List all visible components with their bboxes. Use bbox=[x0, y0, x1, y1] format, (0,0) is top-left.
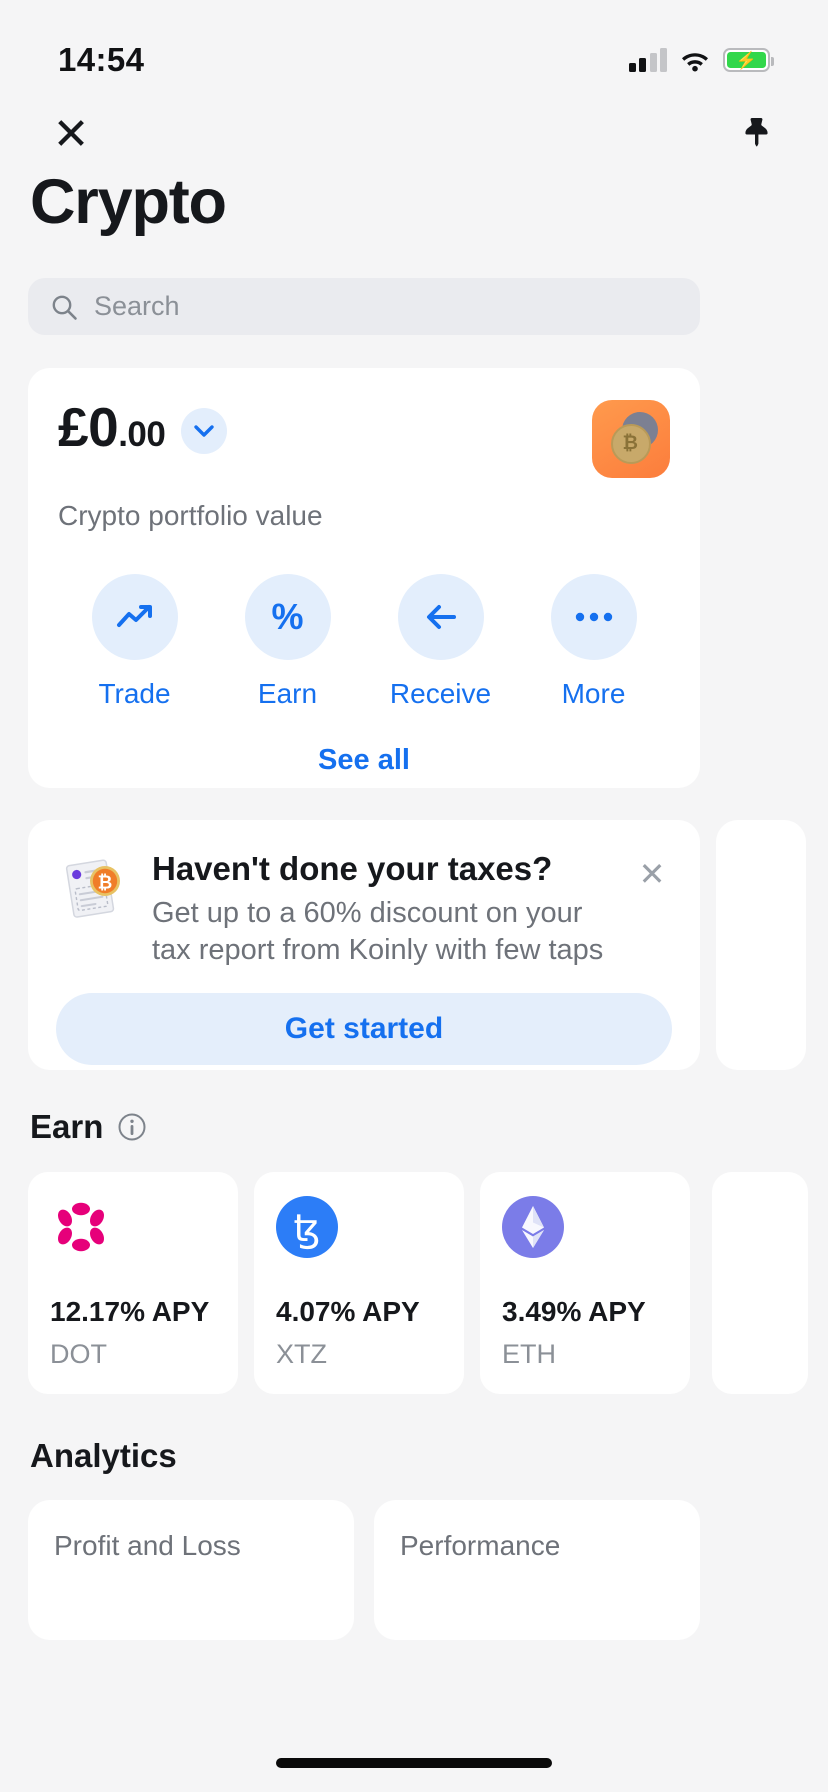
action-more[interactable]: More bbox=[517, 574, 670, 710]
tax-document-bitcoin-icon: ₿ bbox=[56, 850, 132, 926]
earn-symbol: ETH bbox=[502, 1339, 556, 1369]
earn-card-eth[interactable]: 3.49% APY ETH bbox=[480, 1172, 690, 1394]
portfolio-card: £0.00 ₿ Crypto portfolio value Trade % E… bbox=[28, 368, 700, 788]
arrow-left-icon bbox=[397, 574, 484, 660]
tax-banner-text: Haven't done your taxes? Get up to a 60%… bbox=[152, 850, 612, 969]
balance-whole: £0 bbox=[58, 396, 119, 458]
chevron-down-icon[interactable] bbox=[181, 407, 228, 454]
earn-symbol: DOT bbox=[50, 1339, 107, 1369]
search-input[interactable]: Search bbox=[28, 278, 700, 335]
earn-section-header: Earn bbox=[30, 1108, 147, 1146]
polkadot-logo-icon bbox=[50, 1202, 112, 1262]
see-all-button[interactable]: See all bbox=[58, 744, 670, 777]
status-bar: 14:54 ⚡ bbox=[0, 0, 828, 92]
tax-banner-title: Haven't done your taxes? bbox=[152, 850, 553, 887]
earn-cards-row: 12.17% APY DOT ꜩ 4.07% APY XTZ 3.49% APY… bbox=[28, 1172, 690, 1394]
svg-text:₿: ₿ bbox=[98, 873, 113, 893]
status-bar-clock: 14:54 bbox=[58, 41, 145, 78]
earn-section-title: Earn bbox=[30, 1108, 104, 1145]
analytics-section-title: Analytics bbox=[30, 1437, 177, 1474]
earn-card-dot[interactable]: 12.17% APY DOT bbox=[28, 1172, 238, 1394]
crypto-coins-icon: ₿ bbox=[592, 400, 670, 478]
battery-charging-icon: ⚡ bbox=[723, 48, 774, 72]
action-label: Receive bbox=[389, 678, 492, 709]
ethereum-logo-icon bbox=[502, 1196, 564, 1262]
tax-banner-top: ₿ Haven't done your taxes? Get up to a 6… bbox=[56, 850, 672, 969]
home-indicator[interactable] bbox=[276, 1758, 552, 1768]
info-circle-icon[interactable] bbox=[117, 1112, 147, 1142]
balance-decimal: .00 bbox=[118, 415, 166, 454]
search-icon bbox=[50, 293, 78, 321]
page-title: Crypto bbox=[30, 167, 227, 237]
tax-banner-description: Get up to a 60% discount on your tax rep… bbox=[152, 896, 604, 967]
portfolio-subtitle: Crypto portfolio value bbox=[58, 500, 323, 531]
action-trade[interactable]: Trade bbox=[58, 574, 211, 710]
earn-apy-value: 4.07% APY bbox=[276, 1296, 420, 1327]
earn-carousel-next-card[interactable] bbox=[712, 1172, 808, 1394]
earn-symbol: XTZ bbox=[276, 1339, 327, 1369]
action-earn[interactable]: % Earn bbox=[211, 574, 364, 710]
banner-carousel-next-card[interactable] bbox=[716, 820, 806, 1070]
percent-icon: % bbox=[244, 574, 331, 660]
search-placeholder: Search bbox=[94, 291, 180, 321]
pin-icon[interactable] bbox=[730, 108, 784, 162]
analytics-cards-row: Profit and Loss Performance bbox=[28, 1500, 700, 1640]
balance-left: £0.00 bbox=[58, 400, 228, 455]
close-icon[interactable]: ✕ bbox=[44, 108, 98, 162]
portfolio-actions: Trade % Earn Receive More bbox=[58, 574, 670, 710]
action-receive[interactable]: Receive bbox=[364, 574, 517, 710]
action-label: More bbox=[561, 678, 626, 709]
analytics-card-performance[interactable]: Performance bbox=[374, 1500, 700, 1640]
get-started-button[interactable]: Get started bbox=[56, 993, 672, 1066]
analytics-card-title: Profit and Loss bbox=[54, 1530, 241, 1561]
tezos-logo-icon: ꜩ bbox=[276, 1196, 338, 1262]
trending-up-icon bbox=[91, 574, 178, 660]
action-label: Earn bbox=[257, 678, 318, 709]
close-icon[interactable]: ✕ bbox=[632, 854, 672, 894]
analytics-section-header: Analytics bbox=[30, 1437, 177, 1475]
analytics-card-profit-and-loss[interactable]: Profit and Loss bbox=[28, 1500, 354, 1640]
tax-banner-card: ₿ Haven't done your taxes? Get up to a 6… bbox=[28, 820, 700, 1070]
status-bar-icons: ⚡ bbox=[628, 48, 774, 72]
earn-card-xtz[interactable]: ꜩ 4.07% APY XTZ bbox=[254, 1172, 464, 1394]
wifi-icon bbox=[680, 49, 710, 72]
svg-text:ꜩ: ꜩ bbox=[294, 1208, 321, 1250]
earn-apy-value: 3.49% APY bbox=[502, 1296, 646, 1327]
balance-row: £0.00 ₿ bbox=[58, 400, 670, 478]
earn-apy-value: 12.17% APY bbox=[50, 1296, 210, 1327]
portfolio-balance: £0.00 bbox=[58, 400, 166, 455]
nav-bar: ✕ bbox=[0, 96, 828, 174]
ellipsis-icon bbox=[550, 574, 637, 660]
crypto-screen: 14:54 ⚡ ✕ Crypto Search £0.00 ₿ Crypto p… bbox=[0, 0, 828, 1792]
action-label: Trade bbox=[98, 678, 171, 709]
cellular-signal-icon bbox=[628, 48, 667, 72]
analytics-card-title: Performance bbox=[400, 1530, 561, 1561]
